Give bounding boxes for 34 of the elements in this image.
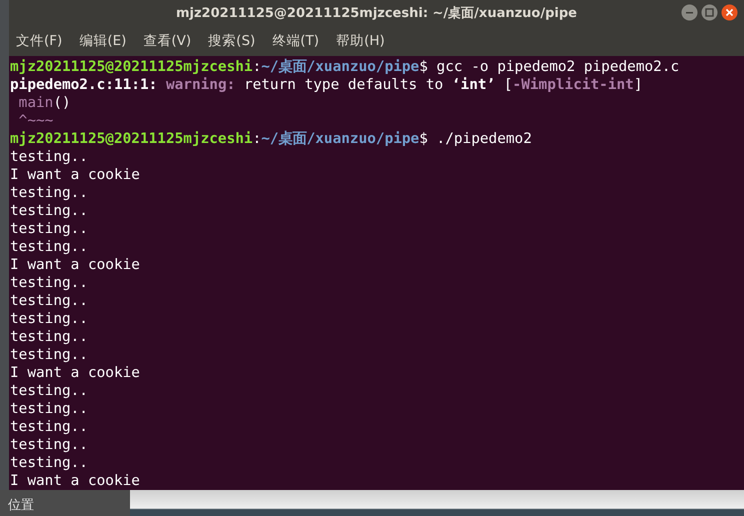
terminal-line: testing.. [10, 400, 89, 418]
terminal-line: testing.. [10, 310, 89, 328]
terminal-line: main() [18, 94, 72, 112]
terminal-line: ^~~~ [18, 112, 54, 130]
terminal-line: testing.. [10, 220, 89, 238]
terminal-line: testing.. [10, 274, 89, 292]
terminal-line: mjz20211125@20211125mjzceshi:~/桌面/xuanzuo/pipe$ ./pipedemo2 [10, 130, 533, 148]
terminal-line: I want a cookie [10, 364, 141, 382]
terminal-line: I want a cookie [10, 472, 141, 490]
terminal-line: pipedemo2.c:11:1: warning: return type defaults to ‘int’ [-Wimplicit-int] [10, 76, 644, 94]
terminal-line: testing.. [10, 292, 89, 310]
terminal-line: testing.. [10, 454, 89, 472]
sidebar-label: 位置 [8, 497, 34, 514]
menu-item[interactable]: 编辑(E) [79, 32, 126, 50]
terminal-line: I want a cookie [10, 166, 141, 184]
terminal-line: testing.. [10, 328, 89, 346]
terminal-line: testing.. [10, 238, 89, 256]
window-title: mjz20211125@20211125mjzceshi: ~/桌面/xuanzuo/pipe [176, 4, 577, 22]
terminal-line: testing.. [10, 436, 89, 454]
terminal-line: testing.. [10, 184, 89, 202]
minimize-button[interactable] [681, 4, 698, 21]
terminal-line: testing.. [10, 346, 89, 364]
terminal-line: testing.. [10, 382, 89, 400]
terminal-line: testing.. [10, 418, 89, 436]
close-button[interactable] [721, 4, 738, 21]
menu-item[interactable]: 帮助(H) [336, 32, 385, 50]
menu-item[interactable]: 搜索(S) [208, 32, 256, 50]
terminal-line: I want a cookie [10, 256, 141, 274]
menu-item[interactable]: 文件(F) [16, 32, 62, 50]
terminal-line: testing.. [10, 202, 89, 220]
menu-item[interactable]: 查看(V) [143, 32, 192, 50]
terminal-line: testing.. [10, 148, 89, 166]
terminal-line: mjz20211125@20211125mjzceshi:~/桌面/xuanzuo/pipe$ gcc -o pipedemo2 pipedemo2.c [10, 58, 680, 76]
menu-item[interactable]: 终端(T) [272, 32, 320, 50]
